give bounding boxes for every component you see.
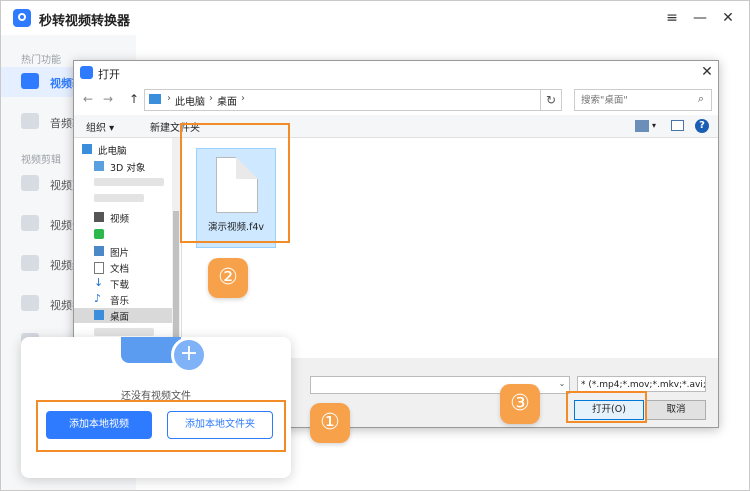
close-button[interactable]: ✕ xyxy=(717,8,739,28)
scissors-icon xyxy=(21,175,39,191)
forward-arrow-icon[interactable]: → xyxy=(100,91,116,107)
video-icon xyxy=(21,73,39,89)
desktop-icon xyxy=(94,310,104,320)
picture-icon xyxy=(94,246,104,256)
tree-item-label: 桌面 xyxy=(110,312,130,323)
merge-icon xyxy=(21,215,39,231)
step-badge-2: ② xyxy=(208,258,248,298)
view-options-icon[interactable] xyxy=(635,120,649,132)
tree-item-label: 图片 xyxy=(110,248,130,259)
dialog-close-button[interactable]: ✕ xyxy=(699,63,715,81)
app-logo-icon xyxy=(13,9,31,27)
edit-icon xyxy=(21,255,39,271)
breadcrumb-desktop[interactable]: 桌面 xyxy=(217,93,237,108)
address-bar[interactable]: › 此电脑 › 桌面 › ⌄ xyxy=(144,89,611,112)
menu-icon[interactable]: ≡ xyxy=(661,8,683,28)
step-badge-1: ① xyxy=(310,403,350,443)
tree-item-downloads[interactable]: ↓ 下载 xyxy=(80,276,180,291)
title-bar: 秒转视频转换器 ≡ — ✕ xyxy=(1,1,749,35)
file-type-select[interactable]: * (*.mp4;*.mov;*.mkv;*.avi;*.w xyxy=(577,376,706,392)
audio-icon xyxy=(21,113,39,129)
tree-item-label: 3D 对象 xyxy=(110,163,146,174)
blurred-tree-item xyxy=(94,178,164,186)
tree-item-this-pc[interactable]: 此电脑 xyxy=(80,142,180,157)
sidebar-section-title: 热门功能 xyxy=(21,55,61,66)
plus-icon: + xyxy=(171,337,207,373)
help-icon[interactable]: ? xyxy=(695,119,709,133)
dialog-app-icon xyxy=(80,66,93,79)
search-icon[interactable]: ⌕ xyxy=(695,93,707,105)
crop-icon xyxy=(21,295,39,311)
minimize-button[interactable]: — xyxy=(689,8,711,28)
music-note-icon: ♪ xyxy=(94,292,102,305)
computer-icon xyxy=(82,144,92,154)
tree-item-label: 此电脑 xyxy=(98,146,127,157)
add-local-video-button[interactable]: 添加本地视频 xyxy=(46,411,152,439)
search-input[interactable] xyxy=(579,92,693,108)
tree-item-pictures[interactable]: 图片 xyxy=(80,244,180,259)
breadcrumb-separator: › xyxy=(209,93,213,104)
cancel-button[interactable]: 取消 xyxy=(646,400,706,420)
computer-icon xyxy=(149,94,161,104)
highlight-open-button xyxy=(566,391,647,423)
folder-tree: 此电脑 3D 对象 视频 图片 文档 ↓ 下载 ♪ 音乐 桌面 xyxy=(74,138,182,358)
breadcrumb-separator: › xyxy=(241,93,245,104)
app-title: 秒转视频转换器 xyxy=(39,14,131,29)
tree-item-documents[interactable]: 文档 xyxy=(80,260,180,275)
breadcrumb-separator: › xyxy=(167,93,171,104)
preview-pane-icon[interactable] xyxy=(671,120,684,131)
tree-item-label: 音乐 xyxy=(110,296,130,307)
dialog-title-bar: 打开 ✕ xyxy=(74,61,718,85)
dialog-title: 打开 xyxy=(98,68,120,81)
tree-item-desktop[interactable]: 桌面 xyxy=(74,308,174,323)
highlight-file xyxy=(180,123,290,243)
tree-item-label: 视频 xyxy=(110,214,130,225)
tree-scroll-thumb[interactable] xyxy=(173,211,179,341)
tree-item-label: 下载 xyxy=(110,280,130,291)
up-arrow-icon[interactable]: ↑ xyxy=(126,91,142,107)
filename-dropdown-icon[interactable]: ⌄ xyxy=(556,377,568,391)
tree-item-videos[interactable]: 视频 xyxy=(80,210,180,225)
view-dropdown-icon[interactable]: ▾ xyxy=(652,121,656,130)
blurred-tree-item xyxy=(94,328,154,336)
tree-item-music[interactable]: ♪ 音乐 xyxy=(80,292,180,307)
back-arrow-icon[interactable]: ← xyxy=(80,91,96,107)
organize-menu[interactable]: 组织 ▾ xyxy=(86,119,114,134)
sidebar-section-title: 视频剪辑 xyxy=(21,155,61,166)
refresh-button[interactable]: ↻ xyxy=(540,89,562,111)
step-badge-3: ③ xyxy=(500,384,540,424)
cube-icon xyxy=(94,161,104,171)
blurred-tree-item xyxy=(94,194,144,202)
add-local-folder-button[interactable]: 添加本地文件夹 xyxy=(167,411,273,439)
breadcrumb-this-pc[interactable]: 此电脑 xyxy=(175,93,205,108)
empty-state-card: + 还没有视频文件 添加本地视频 添加本地文件夹 xyxy=(21,337,291,478)
tree-item-label: 文档 xyxy=(110,264,130,275)
download-arrow-icon: ↓ xyxy=(94,276,104,289)
tree-item-app[interactable] xyxy=(80,227,180,242)
search-box[interactable]: ⌕ xyxy=(574,89,712,111)
dialog-toolbar: 组织 ▾ 新建文件夹 ▾ ? xyxy=(74,115,718,138)
tree-item-3d-objects[interactable]: 3D 对象 xyxy=(80,159,180,174)
document-icon xyxy=(94,262,104,274)
app-icon xyxy=(94,229,104,239)
navigation-bar: ← → ↑ › 此电脑 › 桌面 › ⌄ ↻ ⌕ xyxy=(74,85,718,115)
film-icon xyxy=(94,212,104,222)
